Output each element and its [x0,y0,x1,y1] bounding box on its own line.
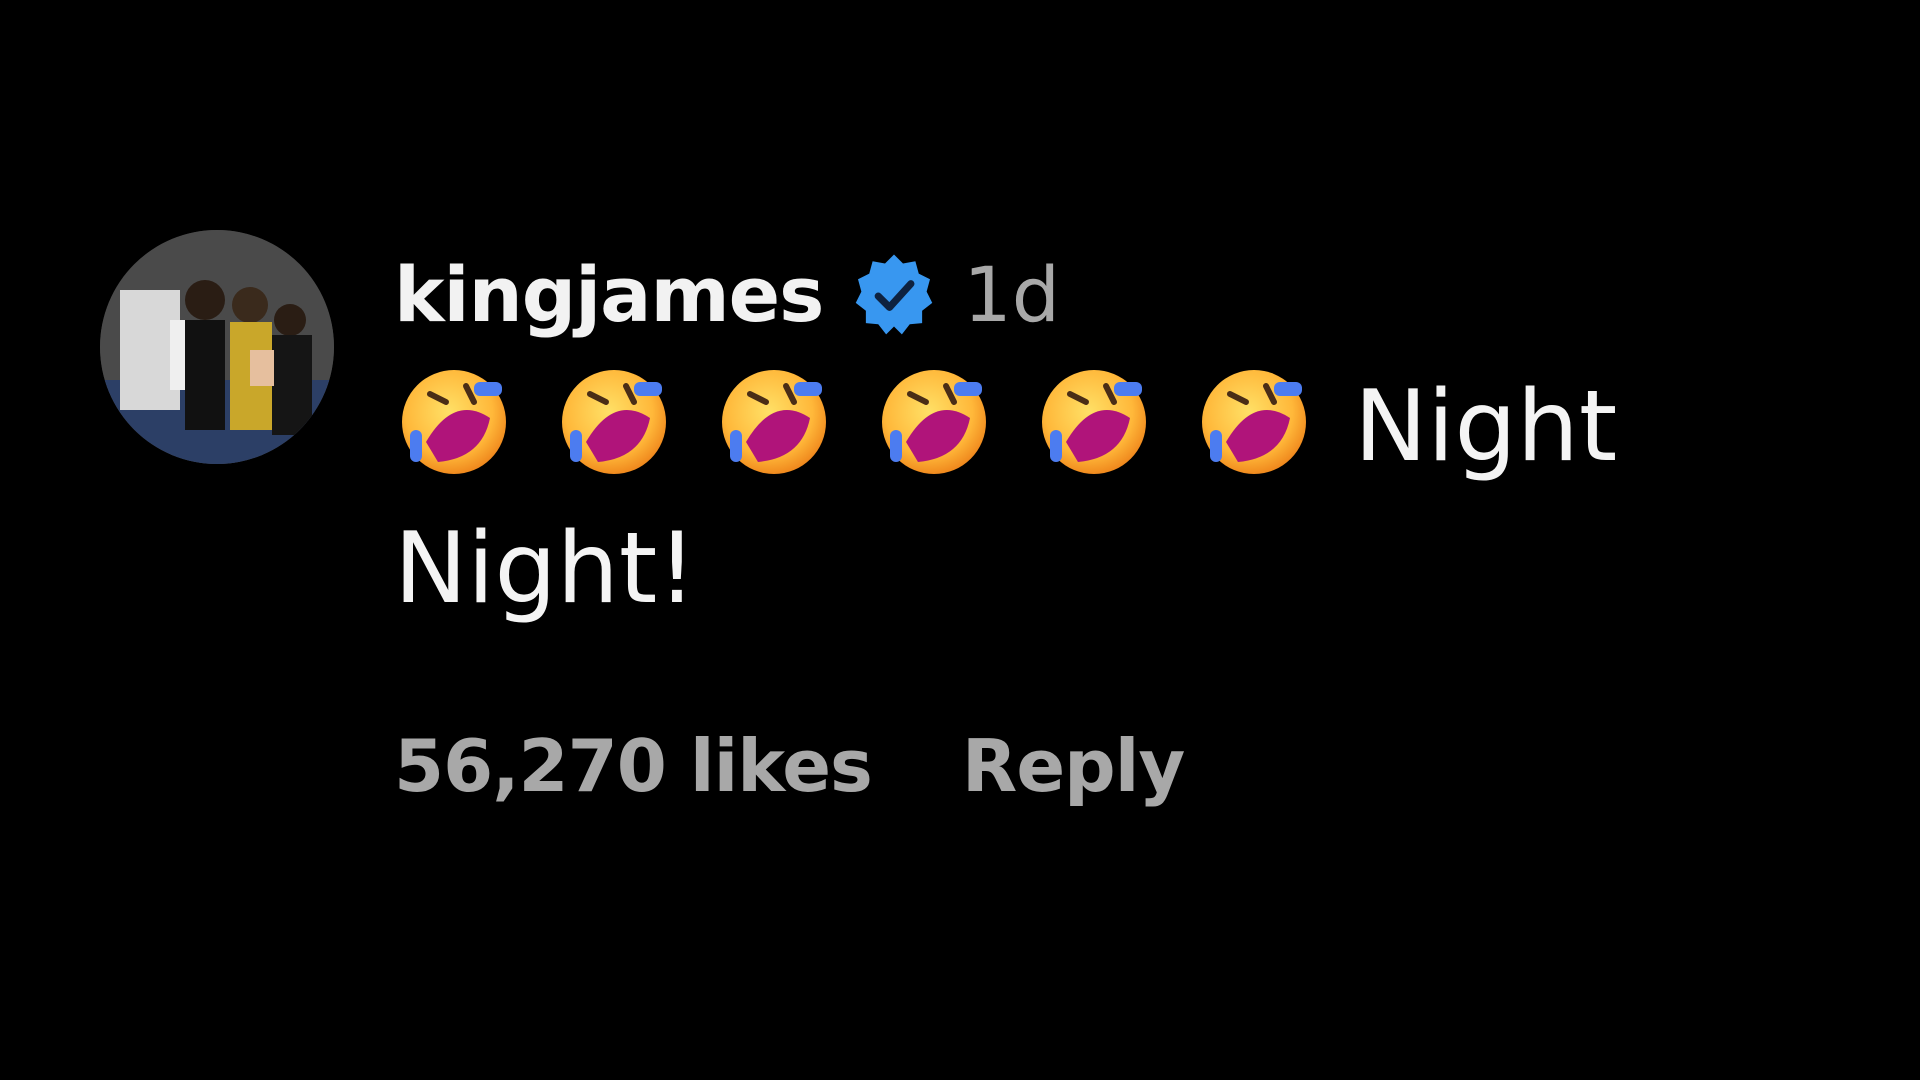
comment-text-line2: Night! [394,512,697,626]
avatar[interactable] [100,230,334,464]
avatar-photo [100,230,334,464]
rolling-on-floor-laughing-emoji-icon [874,362,994,482]
comment-actions: 56,270 likes Reply [394,724,1744,808]
rolling-on-floor-laughing-emoji-icon [394,362,514,482]
verified-badge-icon [849,250,939,340]
comment: kingjames 1d Night Night! 56,270 likes R… [100,230,1800,808]
username[interactable]: kingjames [394,257,824,333]
reply-button[interactable]: Reply [962,724,1185,808]
comment-text: Night Night! [394,356,1744,640]
timestamp[interactable]: 1d [963,257,1060,333]
rolling-on-floor-laughing-emoji-icon [1034,362,1154,482]
comment-header: kingjames 1d [394,240,1744,350]
rolling-on-floor-laughing-emoji-icon [1194,362,1314,482]
rolling-on-floor-laughing-emoji-icon [554,362,674,482]
comment-text-line1: Night [1354,370,1618,484]
likes-count[interactable]: 56,270 likes [394,724,873,808]
comment-body: kingjames 1d Night Night! 56,270 likes R… [394,230,1744,808]
rolling-on-floor-laughing-emoji-icon [714,362,834,482]
